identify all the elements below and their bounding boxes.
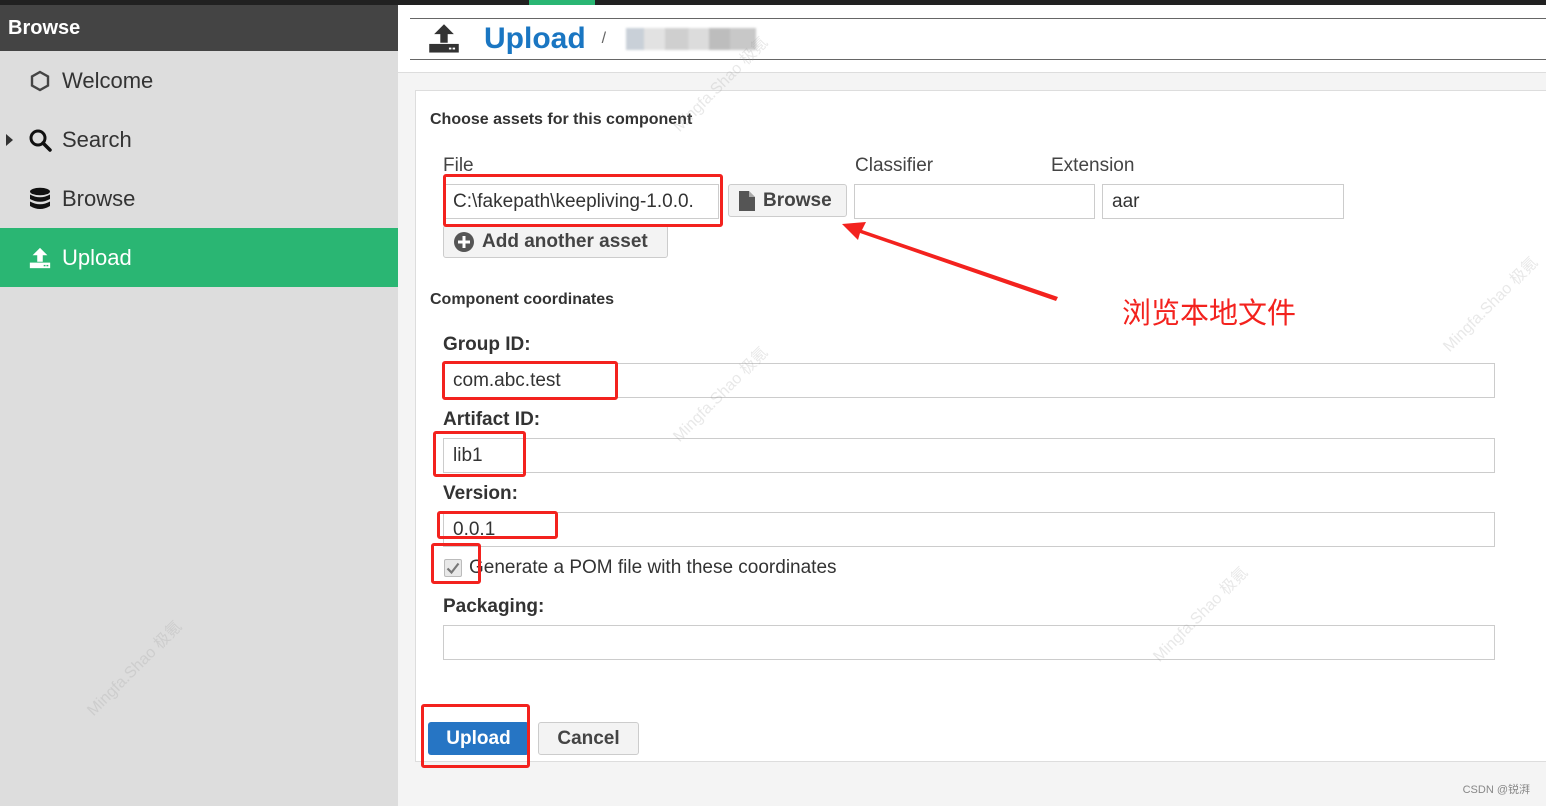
sidebar-item-label: Search — [62, 126, 132, 152]
watermark: Mingfa.Shao 极氪 — [1440, 254, 1542, 356]
extension-label: Extension — [1051, 155, 1135, 176]
cancel-button[interactable]: Cancel — [538, 722, 639, 755]
watermark: Mingfa.Shao 极氪 — [84, 618, 186, 720]
sidebar-item-upload[interactable]: Upload — [0, 228, 398, 287]
version-label: Version: — [443, 483, 518, 504]
breadcrumb-redacted — [626, 28, 757, 50]
sidebar-item-welcome[interactable]: Welcome — [0, 51, 398, 110]
artifact-id-label: Artifact ID: — [443, 409, 541, 430]
cancel-button-label: Cancel — [557, 727, 620, 749]
browse-button-label: Browse — [763, 189, 832, 211]
page-header: Upload / — [398, 5, 1546, 73]
checkmark-icon — [446, 562, 460, 575]
generate-pom-checkbox[interactable] — [444, 559, 462, 577]
packaging-input[interactable] — [443, 625, 1495, 660]
classifier-label: Classifier — [855, 155, 934, 176]
footer-credit: CSDN @锐湃 — [1462, 784, 1530, 796]
add-asset-label: Add another asset — [482, 230, 648, 252]
expand-caret-icon[interactable] — [6, 133, 13, 146]
file-input[interactable]: C:\fakepath\keepliving-1.0.0. — [443, 184, 719, 219]
browse-button[interactable]: Browse — [728, 184, 847, 217]
artifact-id-input[interactable]: lib1 — [443, 438, 1495, 473]
add-asset-button[interactable]: Add another asset — [443, 225, 668, 258]
generate-pom-label: Generate a POM file with these coordinat… — [469, 557, 837, 578]
version-input[interactable]: 0.0.1 — [443, 512, 1495, 547]
assets-section-title: Choose assets for this component — [430, 111, 693, 128]
database-icon — [28, 187, 52, 211]
sidebar-item-label: Welcome — [62, 67, 154, 93]
packaging-label: Packaging: — [443, 596, 545, 617]
annotation-text: 浏览本地文件 — [1122, 296, 1297, 330]
sidebar: Browse Welcome Search Browse Upload Ming… — [0, 5, 398, 806]
sidebar-item-browse[interactable]: Browse — [0, 169, 398, 228]
group-id-input[interactable]: com.abc.test — [443, 363, 1495, 398]
group-id-label: Group ID: — [443, 334, 531, 355]
breadcrumb-separator: / — [601, 30, 607, 47]
hexagon-icon — [28, 69, 52, 93]
search-icon — [28, 128, 52, 152]
page-title: Upload — [484, 22, 586, 55]
sidebar-item-label: Browse — [62, 185, 136, 211]
sidebar-item-label: Upload — [62, 244, 132, 270]
upload-icon — [28, 246, 52, 270]
file-icon — [739, 190, 755, 211]
file-label: File — [443, 155, 474, 176]
extension-input[interactable]: aar — [1102, 184, 1344, 219]
upload-form-panel: Choose assets for this component File C:… — [415, 34, 1546, 762]
coordinates-section-title: Component coordinates — [430, 291, 615, 308]
upload-button[interactable]: Upload — [428, 722, 529, 755]
upload-icon — [428, 23, 460, 55]
sidebar-header: Browse — [0, 5, 398, 51]
plus-circle-icon — [454, 231, 474, 252]
classifier-input[interactable] — [854, 184, 1095, 219]
sidebar-item-search[interactable]: Search — [0, 110, 398, 169]
main-content: Upload / Choose assets for this componen… — [398, 5, 1546, 806]
